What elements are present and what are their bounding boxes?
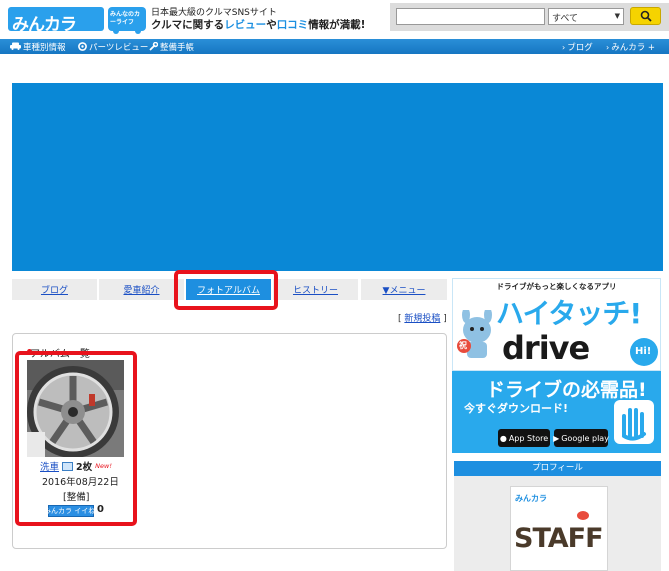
play-icon: ▶	[553, 433, 560, 443]
nav-label: 整備手帳	[160, 43, 195, 53]
search-scope-select[interactable]: すべて ▼	[548, 8, 624, 25]
chevron-right-icon: ›	[606, 42, 610, 52]
app-store-label: App Store	[508, 433, 549, 443]
nav-label: みんカラ +	[611, 43, 656, 53]
tab-menu[interactable]: ▼メニュー	[361, 279, 447, 300]
chevron-right-icon: ›	[562, 42, 566, 52]
gear-icon	[78, 41, 87, 53]
site-logo[interactable]: みんカラ みんなのカーライフ	[8, 4, 148, 35]
search-button[interactable]	[630, 7, 661, 25]
google-play-badge[interactable]: ▶ Google play	[553, 429, 609, 447]
tagline-part: クルマに関する	[151, 19, 225, 31]
nav-minkara-plus[interactable]: › みんカラ +	[606, 41, 656, 54]
profile-image-text: STAFF	[514, 523, 604, 554]
tab-history[interactable]: ヒストリー	[273, 279, 358, 300]
profile-banner	[12, 83, 663, 271]
search-input[interactable]	[396, 8, 545, 25]
tab-blog[interactable]: ブログ	[12, 279, 97, 300]
tagline-part: や	[266, 19, 277, 31]
car-icon	[10, 42, 21, 52]
nav-label: 車種別情報	[23, 43, 66, 53]
profile-heading: プロフィール	[454, 461, 661, 476]
app-store-badge[interactable]: ● App Store	[498, 429, 550, 447]
hi-badge: Hi!	[630, 338, 658, 366]
highlight-box-tab	[174, 270, 278, 310]
new-post-link[interactable]: 新規投稿	[404, 314, 440, 324]
profile-logo: みんカラ	[515, 494, 547, 503]
ad-download-text: 今すぐダウンロード!	[464, 402, 569, 415]
tagline-part: 情報が満載!	[308, 19, 366, 31]
search-scope-value: すべて	[552, 14, 579, 24]
bird-icon	[577, 511, 589, 520]
bracket: ]	[440, 314, 447, 324]
ad-tagline: ドライブがもっと楽しくなるアプリ	[496, 282, 617, 291]
nav-label: ブログ	[567, 43, 593, 53]
logo-badge: みんなのカーライフ	[110, 11, 141, 26]
tab-car-intro[interactable]: 愛車紹介	[99, 279, 184, 300]
ad-title: ハイタッチ!	[496, 297, 642, 330]
nav-blog[interactable]: › ブログ	[562, 41, 593, 54]
highlight-box-album-item	[15, 351, 137, 526]
tagline-secondary: クルマに関するレビューや口コミ情報が満載!	[151, 17, 365, 32]
page: みんカラ みんなのカーライフ 日本最大級のクルマSNSサイト クルマに関するレビ…	[0, 0, 669, 571]
nav-label: パーツレビュー	[89, 43, 149, 53]
site-header: みんカラ みんなのカーライフ 日本最大級のクルマSNSサイト クルマに関するレビ…	[0, 0, 669, 39]
hand-icon	[612, 396, 656, 446]
logo-text: みんカラ	[12, 15, 77, 35]
wrench-icon	[149, 41, 159, 53]
mascot-icon: 祝	[456, 307, 498, 362]
ad-subtitle: drive	[502, 329, 590, 367]
new-post: [ 新規投稿 ]	[398, 311, 447, 324]
apple-icon: ●	[499, 433, 507, 443]
profile-avatar[interactable]: みんカラ STAFF	[510, 486, 608, 571]
google-play-label: Google play	[561, 433, 609, 443]
app-ad-banner[interactable]: ドライブがもっと楽しくなるアプリ ハイタッチ! drive 祝 Hi! ドライブ…	[452, 278, 661, 453]
nav-car-info[interactable]: 車種別情報	[10, 41, 66, 53]
search-icon	[640, 10, 652, 22]
tagline-review: レビュー	[224, 19, 267, 31]
mascot-badge: 祝	[459, 341, 467, 350]
chevron-down-icon: ▼	[614, 12, 620, 20]
global-nav: 車種別情報 パーツレビュー 整備手帳 › ブログ › みんカラ +	[0, 39, 669, 54]
tagline-kuchikomi: 口コミ	[276, 19, 309, 31]
nav-parts-review[interactable]: パーツレビュー	[78, 41, 148, 53]
nav-maintenance[interactable]: 整備手帳	[149, 41, 194, 53]
hi-text: Hi!	[635, 346, 652, 357]
